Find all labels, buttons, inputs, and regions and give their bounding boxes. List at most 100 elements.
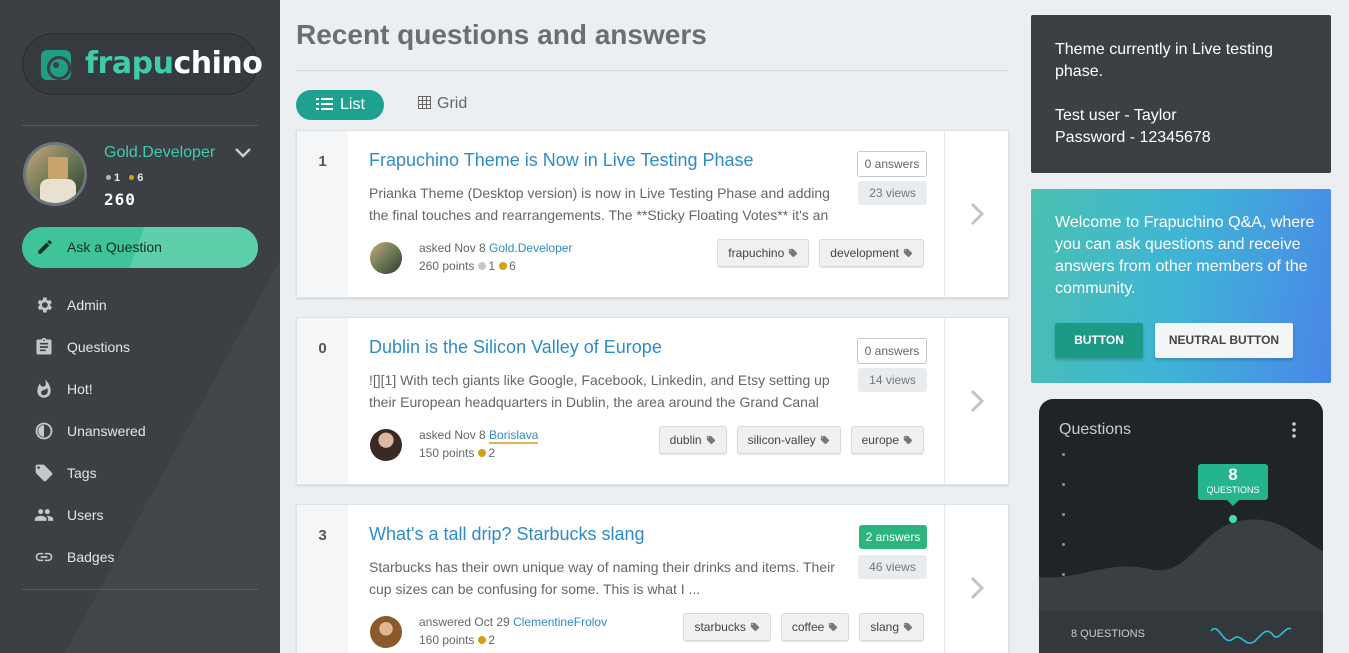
sidebar-item-tags[interactable]: Tags (22, 452, 258, 494)
tag-label: starbucks (694, 620, 746, 634)
logo-mark-icon (41, 50, 71, 80)
question-excerpt: Prianka Theme (Desktop version) is now i… (369, 185, 830, 223)
sidebar-item-users[interactable]: Users (22, 494, 258, 536)
ask-question-button[interactable]: Ask a Question (22, 227, 258, 268)
open-question-button[interactable] (944, 505, 1008, 653)
gold-count: 2 (488, 633, 496, 647)
logo-text: frapuchino (85, 46, 263, 81)
question-action: asked Nov 8 (419, 241, 486, 255)
user-name[interactable]: Gold.Developer (104, 144, 215, 162)
author-points: 150 points (419, 446, 475, 460)
author-stats: 160 points 2 (419, 633, 495, 647)
silver-count: 1 (114, 172, 121, 184)
gold-badge-icon (129, 174, 135, 180)
silver-badge-icon (106, 174, 111, 180)
list-view-button[interactable]: List (296, 90, 384, 120)
logo[interactable]: frapuchino (22, 33, 263, 95)
neutral-button[interactable]: NEUTRAL BUTTON (1155, 323, 1293, 358)
question-title[interactable]: Frapuchino Theme is Now in Live Testing … (369, 150, 754, 171)
tag-label: dublin (669, 433, 702, 447)
question-action: answered Oct 29 (419, 615, 510, 629)
tag[interactable]: slang (859, 613, 924, 641)
avatar[interactable] (370, 616, 402, 648)
vote-count: 0 (318, 340, 327, 357)
tag-icon (903, 622, 913, 632)
tag[interactable]: coffee (780, 613, 850, 641)
chevron-right-icon (970, 202, 985, 226)
tag-label: silicon-valley (747, 433, 816, 447)
question-card: 0 Dublin is the Silicon Valley of Europe… (296, 317, 1009, 485)
author-stats: 150 points 2 (419, 446, 495, 460)
clipboard-icon (36, 337, 52, 355)
tag[interactable]: dublin (658, 426, 727, 454)
stat-tooltip-label: QUESTIONS (1206, 485, 1260, 495)
sidebar: frapuchino Gold.Developer 1 6 260 Ask a … (0, 0, 280, 653)
sidebar-nav: Admin Questions Hot! Unanswered Tags Use… (22, 284, 258, 578)
tag-icon (35, 464, 53, 482)
grid-icon (418, 96, 431, 109)
sidebar-item-label: Users (67, 507, 104, 523)
tag[interactable]: europe (850, 426, 924, 454)
chevron-right-icon (970, 576, 985, 600)
more-vertical-icon[interactable] (1291, 421, 1297, 439)
sidebar-item-label: Unanswered (67, 423, 146, 439)
author-link[interactable]: Borislava (489, 428, 539, 444)
sidebar-item-unanswered[interactable]: Unanswered (22, 410, 258, 452)
chevron-down-icon[interactable] (234, 146, 252, 160)
sidebar-item-badges[interactable]: Badges (22, 536, 258, 578)
tag[interactable]: development (819, 239, 924, 267)
avatar[interactable] (370, 429, 402, 461)
sidebar-divider (22, 589, 258, 590)
views-count-badge: 23 views (858, 181, 927, 205)
sidebar-item-admin[interactable]: Admin (22, 284, 258, 326)
stat-footer-label: 8 QUESTIONS (1071, 628, 1145, 640)
tag-icon (903, 248, 913, 258)
tag-icon (820, 435, 829, 445)
question-meta: answered Oct 29 ClementineFrolov (419, 615, 607, 629)
tag-label: europe (861, 433, 899, 447)
tag-icon (706, 435, 715, 445)
tag-list: starbucks coffee slang (683, 613, 924, 641)
gold-badge-icon (478, 635, 487, 644)
views-count-badge: 14 views (858, 368, 927, 392)
vote-score: 0 (297, 318, 348, 484)
answers-count-badge: 0 answers (857, 338, 927, 364)
logo-text-part1: frapu (85, 46, 174, 81)
stat-point (1229, 515, 1237, 523)
avatar[interactable] (23, 142, 87, 206)
open-question-button[interactable] (944, 318, 1008, 484)
gold-count: 6 (509, 259, 516, 273)
tag-label: frapuchino (728, 246, 785, 260)
gold-count: 6 (137, 172, 144, 184)
gold-badge-icon (478, 448, 487, 457)
stat-title: Questions (1059, 421, 1132, 438)
tag-label: slang (870, 620, 899, 634)
pencil-icon (38, 240, 52, 254)
users-icon (34, 509, 54, 521)
author-link[interactable]: ClementineFrolov (513, 615, 607, 629)
grid-view-button[interactable]: Grid (418, 95, 467, 113)
stat-tooltip: 8 QUESTIONS (1198, 464, 1268, 506)
sidebar-item-questions[interactable]: Questions (22, 326, 258, 368)
tag-icon (789, 248, 798, 258)
tag[interactable]: starbucks (683, 613, 771, 641)
vote-count: 3 (318, 527, 327, 544)
half-circle-icon (35, 422, 53, 440)
author-link[interactable]: Gold.Developer (489, 241, 572, 255)
tag[interactable]: silicon-valley (736, 426, 841, 454)
author-points: 160 points (419, 633, 475, 647)
tag-label: coffee (791, 620, 825, 634)
question-meta: asked Nov 8 Borislava (419, 428, 539, 444)
avatar[interactable] (370, 242, 402, 274)
flame-icon (37, 379, 51, 398)
tag[interactable]: frapuchino (717, 239, 810, 267)
sidebar-item-hot[interactable]: Hot! (22, 368, 258, 410)
open-question-button[interactable] (944, 131, 1008, 297)
question-action: asked Nov 8 (419, 428, 486, 442)
question-title[interactable]: Dublin is the Silicon Valley of Europe (369, 337, 662, 358)
question-title[interactable]: What's a tall drip? Starbucks slang (369, 524, 645, 545)
silver-badge-icon (478, 261, 487, 270)
views-count-badge: 46 views (858, 555, 927, 579)
gear-icon (37, 297, 52, 313)
primary-button[interactable]: BUTTON (1055, 323, 1143, 358)
